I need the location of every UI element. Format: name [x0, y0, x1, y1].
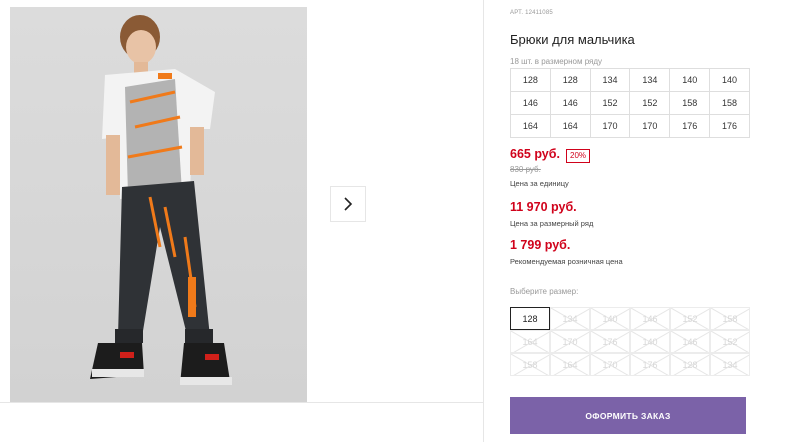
size-option-unavailable[interactable]: 134 — [550, 307, 590, 330]
size-option-unavailable[interactable]: 170 — [550, 330, 590, 353]
size-option-selected[interactable]: 128 — [510, 307, 550, 330]
size-option-unavailable[interactable]: 134 — [710, 353, 750, 376]
size-option-label: 128 — [522, 313, 538, 324]
size-option-unavailable[interactable]: 158 — [510, 353, 550, 376]
size-option-label: 176 — [602, 336, 618, 347]
column-divider — [483, 0, 484, 442]
size-range-cell: 176 — [709, 114, 750, 138]
size-option-label: 164 — [562, 359, 578, 370]
article-number: АРТ. 12411085 — [510, 10, 553, 16]
size-range-cell: 146 — [510, 91, 551, 115]
retail-price: 1 799 руб. — [510, 238, 571, 252]
size-range-row: 128 128 134 134 140 140 — [510, 68, 750, 92]
size-range-cell: 128 — [510, 68, 551, 92]
product-info-panel: АРТ. 12411085 Брюки для мальчика 18 шт. … — [510, 0, 800, 442]
product-photo[interactable] — [10, 7, 307, 402]
size-option-label: 140 — [642, 336, 658, 347]
size-range-cell: 128 — [549, 68, 591, 92]
size-option-unavailable[interactable]: 128 — [670, 353, 710, 376]
size-range-row: 146 146 152 152 158 158 — [510, 91, 750, 115]
boy-model-image — [90, 15, 232, 385]
choose-size-label: Выберите размер: — [510, 287, 579, 296]
size-range-cell: 152 — [629, 91, 671, 115]
product-gallery — [0, 0, 483, 442]
product-title: Брюки для мальчика — [510, 32, 635, 47]
size-range-cell: 170 — [589, 114, 631, 138]
unit-price-caption: Цена за единицу — [510, 179, 569, 188]
size-option-label: 146 — [682, 336, 698, 347]
size-option-unavailable[interactable]: 164 — [510, 330, 550, 353]
size-range-cell: 164 — [510, 114, 551, 138]
chevron-right-icon — [344, 197, 353, 211]
size-range-row: 164 164 170 170 176 176 — [510, 114, 750, 138]
gallery-divider — [0, 402, 483, 403]
size-range-cell: 134 — [629, 68, 671, 92]
size-option-label: 140 — [602, 313, 618, 324]
size-option-unavailable[interactable]: 140 — [590, 307, 630, 330]
size-range-cell: 170 — [629, 114, 671, 138]
size-option-label: 146 — [642, 313, 658, 324]
size-option-label: 152 — [682, 313, 698, 324]
size-option-unavailable[interactable]: 146 — [670, 330, 710, 353]
size-range-cell: 146 — [549, 91, 591, 115]
size-option-unavailable[interactable]: 152 — [710, 330, 750, 353]
size-option-label: 164 — [522, 336, 538, 347]
size-option-unavailable[interactable]: 158 — [710, 307, 750, 330]
size-range-cell: 140 — [669, 68, 711, 92]
size-option-label: 152 — [722, 336, 738, 347]
size-option-unavailable[interactable]: 164 — [550, 353, 590, 376]
size-option-unavailable[interactable]: 170 — [590, 353, 630, 376]
size-range-cell: 164 — [549, 114, 591, 138]
size-option-label: 158 — [722, 313, 738, 324]
size-range-table: 128 128 134 134 140 140 146 146 152 152 158 158 164 1… — [510, 68, 750, 138]
size-range-cell: 152 — [589, 91, 631, 115]
size-option-unavailable[interactable]: 176 — [630, 353, 670, 376]
pack-price-caption: Цена за размерный ряд — [510, 219, 594, 228]
next-image-button[interactable] — [330, 186, 366, 222]
size-range-cell: 158 — [709, 91, 750, 115]
unit-price: 665 руб. — [510, 147, 560, 161]
size-option-unavailable[interactable]: 176 — [590, 330, 630, 353]
pack-price: 11 970 руб. — [510, 200, 577, 214]
size-option-label: 134 — [562, 313, 578, 324]
pack-note: 18 шт. в размерном ряду — [510, 57, 603, 66]
size-option-label: 170 — [562, 336, 578, 347]
size-option-label: 176 — [642, 359, 658, 370]
size-option-label: 128 — [682, 359, 698, 370]
size-option-unavailable[interactable]: 146 — [630, 307, 670, 330]
size-range-cell: 176 — [669, 114, 711, 138]
size-option-label: 170 — [602, 359, 618, 370]
old-price: 830 руб. — [510, 165, 541, 174]
discount-badge: 20% — [566, 149, 591, 163]
size-option-label: 134 — [722, 359, 738, 370]
order-button[interactable]: ОФОРМИТЬ ЗАКАЗ — [510, 397, 746, 434]
size-option-label: 158 — [522, 359, 538, 370]
retail-price-caption: Рекомендуемая розничная цена — [510, 257, 623, 266]
size-range-cell: 134 — [589, 68, 631, 92]
size-range-cell: 158 — [669, 91, 711, 115]
size-option-unavailable[interactable]: 152 — [670, 307, 710, 330]
size-range-cell: 140 — [709, 68, 750, 92]
size-option-unavailable[interactable]: 140 — [630, 330, 670, 353]
